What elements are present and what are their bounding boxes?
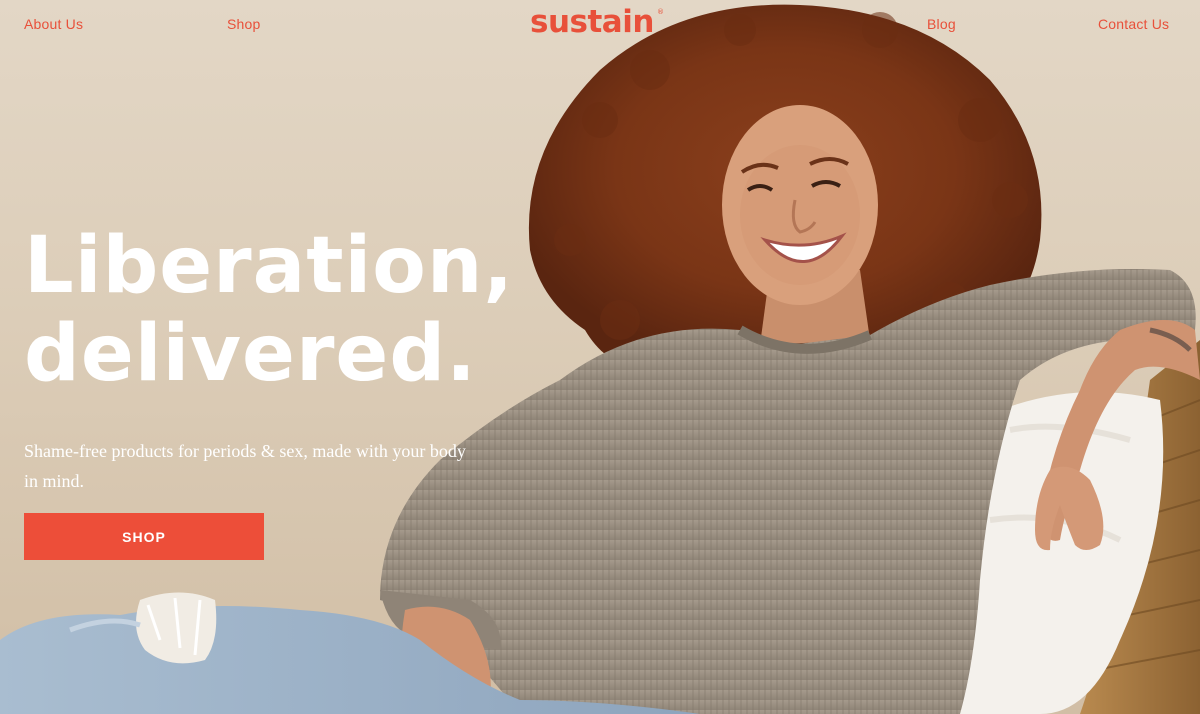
hero-headline: Liberation, delivered. (24, 222, 514, 398)
hero-headline-line1: Liberation, (24, 221, 515, 311)
shop-button[interactable]: SHOP (24, 513, 264, 560)
nav-shop-link[interactable]: Shop (227, 16, 261, 32)
landing-page: About Us Shop sustain ® Blog Contact Us … (0, 0, 1200, 714)
nav-about-us-link[interactable]: About Us (24, 16, 83, 32)
nav-blog-link[interactable]: Blog (927, 16, 956, 32)
hero-subheadline: Shame-free products for periods & sex, m… (24, 441, 466, 491)
brand-logo[interactable]: sustain (530, 4, 654, 40)
registered-mark: ® (657, 8, 664, 16)
hero-headline-line2: delivered. (24, 309, 477, 399)
nav-contact-us-link[interactable]: Contact Us (1098, 16, 1169, 32)
